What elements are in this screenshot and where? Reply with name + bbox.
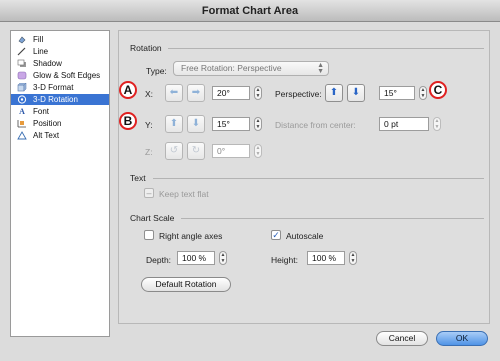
text-section-title: Text [130,173,146,183]
sidebar-item-fill[interactable]: Fill [11,34,109,45]
sidebar-item-label: Position [33,119,62,128]
sidebar-item-label: Line [33,47,49,56]
perspective-down-icon: ⬇ [351,87,361,98]
sidebar-item-font[interactable]: A Font [11,106,109,117]
rotate-left-icon: ⬅ [169,87,179,98]
glow-icon [17,71,27,80]
alt-text-icon [17,131,27,140]
section-divider [153,178,484,179]
sidebar-item-label: Shadow [33,59,62,68]
sidebar-item-shadow[interactable]: Shadow [11,58,109,69]
shadow-icon [17,59,27,68]
settings-panel: Rotation Type: Free Rotation: Perspectiv… [118,30,490,324]
rotate-cw-icon: ↻ [191,145,201,156]
right-angle-axes-checkbox[interactable] [144,230,154,240]
rotate-up-icon: ⬆ [169,118,179,129]
height-field[interactable]: 100 % [307,251,345,265]
perspective-up-icon: ⬆ [329,87,339,98]
rotation-type-select[interactable]: Free Rotation: Perspective ▲ ▼ [173,61,329,76]
sidebar-item-label: 3-D Rotation [33,95,78,104]
rotate-right-button[interactable]: ➡ [187,84,205,102]
widen-perspective-button[interactable]: ⬇ [347,84,365,102]
callout-b: B [119,112,137,130]
default-rotation-button[interactable]: Default Rotation [141,277,231,292]
y-rotation-stepper[interactable]: ▲ ▼ [254,117,262,131]
y-rotation-field[interactable]: 15° [212,117,250,131]
position-icon [17,119,27,128]
type-label: Type: [146,66,167,76]
height-stepper[interactable]: ▲ ▼ [349,251,357,265]
perspective-field[interactable]: 15° [379,86,415,100]
sidebar-item-alt-text[interactable]: Alt Text [11,130,109,141]
keep-text-flat-label: Keep text flat [159,189,209,199]
sidebar-item-position[interactable]: Position [11,118,109,129]
chevron-updown-icon: ▲ ▼ [317,62,324,75]
rotate-ccw-icon: ↺ [169,145,179,156]
sidebar-item-label: Glow & Soft Edges [33,71,101,80]
depth-stepper[interactable]: ▲ ▼ [219,251,227,265]
font-icon: A [19,107,25,116]
y-label: Y: [145,120,153,130]
sidebar-item-label: 3-D Format [33,83,74,92]
sidebar-item-label: Fill [33,35,44,44]
paint-bucket-icon [17,35,27,44]
callout-c: C [429,81,447,99]
distance-stepper[interactable]: ▲ ▼ [433,117,441,131]
x-rotation-stepper[interactable]: ▲ ▼ [254,86,262,100]
ok-button[interactable]: OK [436,331,488,346]
rotate-up-button[interactable]: ⬆ [165,115,183,133]
x-rotation-field[interactable]: 20° [212,86,250,100]
rotate-left-button[interactable]: ⬅ [165,84,183,102]
rotate-down-icon: ⬇ [191,118,201,129]
window-title: Format Chart Area [0,0,500,22]
x-label: X: [145,89,154,99]
chart-scale-section-title: Chart Scale [130,213,175,223]
perspective-label: Perspective: [275,89,322,99]
rotate-ccw-button[interactable]: ↺ [165,142,183,160]
depth-field[interactable]: 100 % [177,251,215,265]
keep-text-flat-checkbox[interactable]: – [144,188,154,198]
section-divider [181,218,484,219]
narrow-perspective-button[interactable]: ⬆ [325,84,343,102]
autoscale-checkbox[interactable]: ✓ [271,230,281,240]
perspective-stepper[interactable]: ▲ ▼ [419,86,427,100]
sidebar-item-label: Font [33,107,50,116]
depth-label: Depth: [146,255,172,265]
autoscale-label: Autoscale [286,231,324,241]
sidebar-item-label: Alt Text [33,131,60,140]
3d-format-icon [17,83,27,92]
section-divider [168,48,484,49]
3d-rotation-icon [17,95,27,104]
rotate-cw-button[interactable]: ↻ [187,142,205,160]
z-rotation-field[interactable]: 0° [212,144,250,158]
distance-label: Distance from center: [275,120,356,130]
rotate-down-button[interactable]: ⬇ [187,115,205,133]
rotation-section-title: Rotation [130,43,162,53]
z-rotation-stepper[interactable]: ▲ ▼ [254,144,262,158]
cancel-button[interactable]: Cancel [376,331,428,346]
callout-a: A [119,81,137,99]
sidebar-item-3d-rotation[interactable]: 3-D Rotation [11,94,109,105]
height-label: Height: [271,255,298,265]
rotation-type-value: Free Rotation: Perspective [181,63,282,73]
pen-icon [17,47,27,56]
rotate-right-icon: ➡ [191,87,201,98]
sidebar-item-3d-format[interactable]: 3-D Format [11,82,109,93]
dialog-body: Fill Line Shadow Glow & Soft Edges 3-D F… [0,22,500,361]
right-angle-axes-label: Right angle axes [159,231,223,241]
z-label: Z: [145,147,153,157]
category-sidebar: Fill Line Shadow Glow & Soft Edges 3-D F… [10,30,110,337]
sidebar-item-line[interactable]: Line [11,46,109,57]
distance-field[interactable]: 0 pt [379,117,429,131]
sidebar-item-glow[interactable]: Glow & Soft Edges [11,70,109,81]
